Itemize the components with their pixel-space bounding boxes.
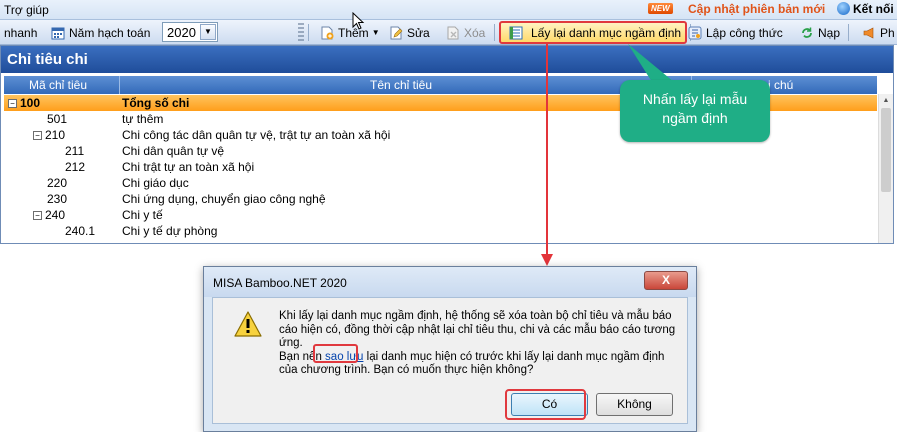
- load-label: Nạp: [818, 25, 841, 40]
- table-row[interactable]: −240 Chi y tế: [4, 207, 877, 223]
- row-name: Chi công tác dân quân tự vệ, trật tự an …: [122, 128, 391, 142]
- callout-text: Nhấn lấy lại mẫu ngầm định: [642, 91, 748, 126]
- mouse-cursor-icon: [352, 12, 365, 30]
- table-row[interactable]: 211 Chi dân quân tự vệ: [4, 143, 877, 159]
- row-name: Chi trật tự an toàn xã hội: [122, 160, 255, 174]
- fiscal-year-text: Năm hạch toán: [69, 25, 151, 40]
- yes-button-highlight: [505, 389, 586, 420]
- megaphone-icon: [863, 27, 874, 38]
- table-row[interactable]: 220 Chi giáo dục: [4, 175, 877, 191]
- edit-button[interactable]: Sửa: [389, 23, 430, 42]
- toolbar: nhanh Năm hạch toán 2020 ▼ Thêm ▼ Sửa Xó…: [0, 20, 897, 45]
- edit-label: Sửa: [407, 25, 430, 40]
- row-code-text: 240: [45, 208, 66, 222]
- chevron-down-icon[interactable]: ▼: [372, 28, 380, 37]
- delete-button[interactable]: Xóa: [446, 23, 485, 42]
- toolbar-separator: [848, 24, 849, 41]
- column-divider[interactable]: [119, 76, 120, 94]
- pointer-arrow-line: [546, 44, 548, 254]
- update-link[interactable]: Cập nhật phiên bản mới: [688, 2, 825, 16]
- vertical-scrollbar[interactable]: ▲: [878, 94, 893, 243]
- load-button[interactable]: Nạp: [800, 23, 840, 42]
- table-row[interactable]: 230 Chi ứng dụng, chuyển giao công nghệ: [4, 191, 877, 207]
- scroll-thumb[interactable]: [881, 108, 891, 192]
- row-code: −240: [33, 208, 65, 222]
- menu-bar: Trợ giúp NEW Cập nhật phiên bản mới Kết …: [0, 0, 897, 20]
- quick-label: nhanh: [4, 25, 38, 40]
- column-header-code[interactable]: Mã chỉ tiêu: [29, 78, 87, 92]
- delete-label: Xóa: [464, 25, 486, 40]
- quick-button[interactable]: nhanh: [4, 23, 37, 42]
- menu-help[interactable]: Trợ giúp: [4, 3, 49, 17]
- row-code-text: 210: [45, 128, 66, 142]
- add-button[interactable]: Thêm ▼: [320, 23, 380, 42]
- callout-pointer: [628, 44, 674, 82]
- collapse-icon[interactable]: −: [33, 131, 42, 140]
- backup-link-highlight: [313, 344, 358, 363]
- warning-icon: [234, 311, 262, 337]
- collapse-icon[interactable]: −: [8, 99, 17, 108]
- no-button[interactable]: Không: [596, 393, 673, 416]
- close-icon: X: [661, 273, 670, 287]
- arrow-down-icon: [541, 254, 553, 266]
- calendar-icon: [51, 27, 65, 39]
- row-name: Chi giáo dục: [122, 176, 189, 190]
- edit-icon: [390, 26, 403, 39]
- formula-label: Lập công thức: [706, 25, 783, 40]
- refresh-icon: [802, 27, 812, 38]
- delete-icon: [447, 26, 459, 39]
- row-name: Chi y tế dự phòng: [122, 224, 218, 238]
- row-code: 220: [47, 176, 68, 190]
- table-row[interactable]: 212 Chi trật tự an toàn xã hội: [4, 159, 877, 175]
- fiscal-year-value: 2020: [167, 25, 196, 40]
- toolbar-separator: [494, 24, 495, 41]
- toolbar-grip[interactable]: [298, 23, 304, 42]
- row-code: 212: [65, 160, 86, 174]
- row-name: Chi ứng dụng, chuyển giao công nghệ: [122, 192, 326, 206]
- connect-label: Kết nối: [853, 2, 894, 16]
- row-code: 501: [47, 112, 68, 126]
- row-name: Chi dân quân tự vệ: [122, 144, 225, 158]
- more-label: Ph: [880, 25, 895, 40]
- row-code: −210: [33, 128, 65, 142]
- row-code: 240.1: [65, 224, 96, 238]
- panel-title: Chỉ tiêu chi: [1, 46, 893, 73]
- row-name: Chi y tế: [122, 208, 163, 222]
- dialog-title: MISA Bamboo.NET 2020: [213, 276, 347, 290]
- row-code-text: 100: [20, 96, 41, 110]
- formula-icon: [688, 26, 702, 39]
- column-header-name[interactable]: Tên chỉ tiêu: [370, 78, 432, 92]
- restore-list-icon: [509, 26, 523, 39]
- fiscal-year-select[interactable]: 2020 ▼: [162, 22, 218, 42]
- new-badge: NEW: [648, 3, 673, 14]
- dialog-titlebar[interactable]: MISA Bamboo.NET 2020 X: [204, 267, 696, 297]
- scroll-up-icon[interactable]: ▲: [879, 94, 893, 108]
- instruction-callout: Nhấn lấy lại mẫu ngầm định: [620, 80, 770, 142]
- budget-items-panel: Chỉ tiêu chi Mã chỉ tiêu Tên chỉ tiêu Gh…: [0, 45, 894, 244]
- toolbar-separator: [308, 24, 309, 41]
- confirm-dialog: MISA Bamboo.NET 2020 X Khi lấy lại danh …: [203, 266, 697, 432]
- row-code: 211: [65, 144, 85, 158]
- add-document-icon: [321, 26, 334, 39]
- row-name: Tổng số chi: [122, 96, 190, 110]
- fiscal-year-label: Năm hạch toán: [51, 23, 150, 42]
- collapse-icon[interactable]: −: [33, 211, 42, 220]
- close-button[interactable]: X: [644, 271, 688, 290]
- table-row[interactable]: 240.1 Chi y tế dự phòng: [4, 223, 877, 239]
- row-code: −100: [8, 96, 40, 110]
- row-name: tự thêm: [122, 112, 164, 126]
- row-code: 230: [47, 192, 68, 206]
- connect-button[interactable]: Kết nối: [838, 2, 894, 16]
- formula-button[interactable]: Lập công thức: [688, 23, 783, 42]
- more-button[interactable]: Ph: [862, 23, 895, 42]
- chevron-down-icon[interactable]: ▼: [200, 24, 216, 40]
